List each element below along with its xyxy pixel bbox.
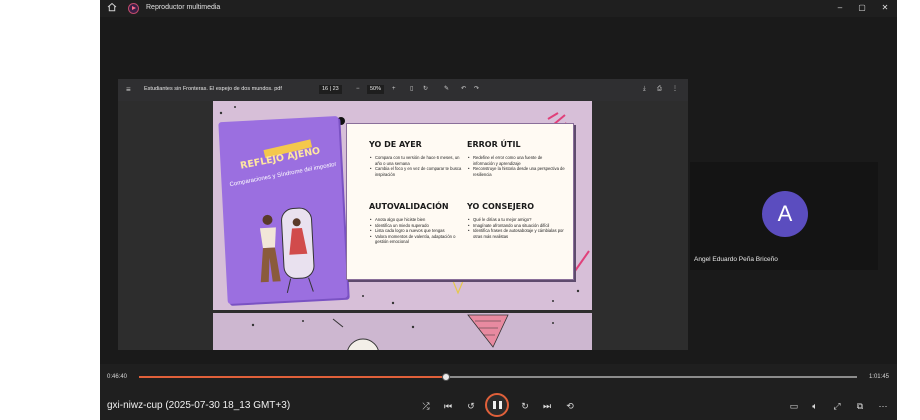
list-item: Valora momentos de valentía, adaptación … bbox=[370, 234, 467, 245]
zoom-level: 50% bbox=[367, 85, 385, 94]
cast-icon[interactable]: ⧉ bbox=[852, 400, 868, 412]
forward-30-icon[interactable]: ↻ bbox=[517, 400, 533, 412]
repeat-icon[interactable]: ⟲ bbox=[562, 400, 578, 412]
book-illustration: REFLEJO AJENO Comparaciones y Síndrome d… bbox=[218, 115, 348, 305]
print-icon: ⎙ bbox=[657, 86, 662, 92]
content-card: YO DE AYER Compara con tu versión de hac… bbox=[346, 123, 574, 280]
section-list: Redefine el error como una fuente de inf… bbox=[467, 155, 565, 177]
video-area[interactable]: ≡ Estudiantes sin Fronteras. El espejo d… bbox=[100, 17, 688, 364]
section-list: Qué le dirías a tu mejor amigo? Imagínat… bbox=[467, 217, 565, 239]
title-bar: Reproductor multimedia – ▢ ✕ bbox=[100, 0, 897, 17]
draw-icon: ✎ bbox=[444, 86, 450, 92]
shuffle-icon[interactable]: ⤮ bbox=[418, 400, 434, 412]
window-title: Reproductor multimedia bbox=[146, 4, 221, 11]
seek-bar[interactable] bbox=[139, 373, 857, 381]
pause-button[interactable] bbox=[485, 393, 509, 417]
list-item: Cambia el foco y en vez de comparar te b… bbox=[370, 166, 467, 177]
next-pdf-slide bbox=[213, 313, 592, 350]
pause-icon bbox=[499, 401, 502, 409]
pause-icon bbox=[493, 401, 496, 409]
pdf-file-name: Estudiantes sin Fronteras. El espejo de … bbox=[144, 86, 282, 92]
previous-icon[interactable]: ⏮ bbox=[440, 400, 456, 412]
home-icon[interactable] bbox=[106, 2, 118, 14]
avatar: A bbox=[762, 191, 808, 237]
miniplayer-icon[interactable]: ▭ bbox=[786, 400, 802, 412]
seek-bar-progress bbox=[139, 376, 446, 378]
current-time: 0:46:40 bbox=[107, 374, 128, 380]
participant-name: Angel Eduardo Peña Briceño bbox=[694, 256, 778, 263]
section-title: AUTOVALIDACIÓN bbox=[369, 202, 449, 211]
rotate-icon: ↻ bbox=[423, 86, 429, 92]
minimize-button[interactable]: – bbox=[830, 2, 850, 14]
pdf-slide: REFLEJO AJENO Comparaciones y Síndrome d… bbox=[213, 101, 592, 310]
page-indicator: 16 | 23 bbox=[319, 85, 342, 94]
more-vert-icon: ⋮ bbox=[672, 86, 678, 92]
zoom-in-icon: + bbox=[392, 86, 396, 92]
redo-icon: ↷ bbox=[474, 86, 480, 92]
participant-tile[interactable]: A Angel Eduardo Peña Briceño bbox=[690, 162, 878, 270]
seek-handle[interactable] bbox=[441, 373, 450, 381]
pdf-toolbar: ≡ Estudiantes sin Fronteras. El espejo d… bbox=[118, 79, 688, 101]
undo-icon: ↶ bbox=[461, 86, 467, 92]
zoom-out-icon: − bbox=[356, 86, 360, 92]
list-item: Redefine el error como una fuente de inf… bbox=[468, 155, 565, 166]
maximize-button[interactable]: ▢ bbox=[852, 2, 872, 14]
fit-page-icon: ▯ bbox=[410, 86, 414, 92]
fullscreen-icon[interactable]: ⤢ bbox=[829, 400, 845, 412]
list-item: Compara con tu versión de hace 6 meses, … bbox=[370, 155, 467, 166]
close-button[interactable]: ✕ bbox=[875, 2, 895, 14]
download-icon: ⤓ bbox=[643, 86, 646, 92]
list-item: Reconstruye la historia desde una perspe… bbox=[468, 166, 565, 177]
section-title: YO DE AYER bbox=[369, 140, 422, 149]
next-icon[interactable]: ⏭ bbox=[539, 400, 555, 412]
section-list: Anota algo que hiciste bien Identifica u… bbox=[369, 217, 467, 245]
media-title: gxi-niwz-cup (2025-07-30 18_13 GMT+3) bbox=[107, 400, 291, 411]
playback-controls: 0:46:40 1:01:45 gxi-niwz-cup (2025-07-30… bbox=[100, 364, 897, 420]
menu-icon: ≡ bbox=[126, 85, 131, 94]
next-slide-decorations bbox=[251, 314, 554, 350]
participants-panel: A Angel Eduardo Peña Briceño bbox=[688, 17, 897, 364]
media-player-logo-icon bbox=[128, 3, 139, 14]
mirror-illustration bbox=[259, 207, 315, 293]
media-player-window: Reproductor multimedia – ▢ ✕ ≡ Estudiant… bbox=[100, 0, 897, 420]
section-title: ERROR ÚTIL bbox=[467, 140, 521, 149]
list-item: Identifica frases de autosabotaje y cámb… bbox=[468, 228, 565, 239]
section-list: Compara con tu versión de hace 6 meses, … bbox=[369, 155, 467, 177]
rewind-10-icon[interactable]: ↺ bbox=[463, 400, 479, 412]
volume-icon[interactable]: 🔈︎ bbox=[807, 400, 823, 412]
section-title: YO CONSEJERO bbox=[467, 202, 535, 211]
total-time: 1:01:45 bbox=[868, 374, 889, 380]
more-icon[interactable]: ⋯ bbox=[875, 400, 891, 412]
pdf-page-area: REFLEJO AJENO Comparaciones y Síndrome d… bbox=[118, 101, 688, 350]
